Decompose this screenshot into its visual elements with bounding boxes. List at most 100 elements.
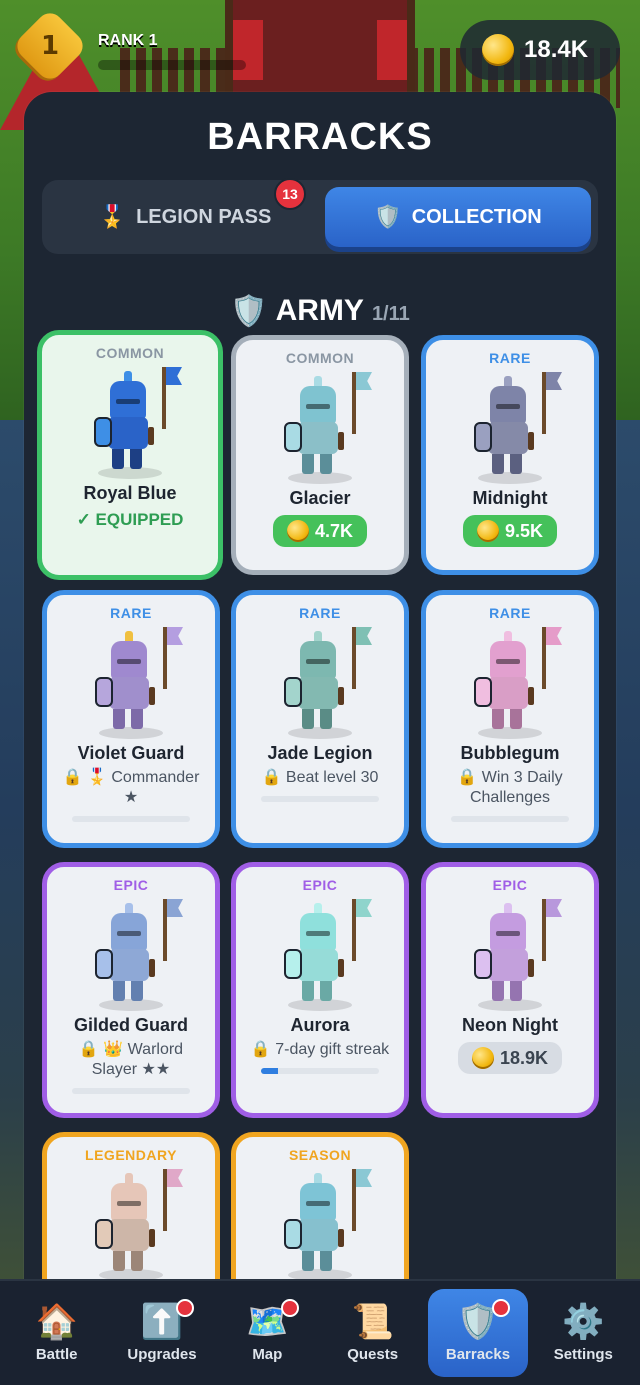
nav-settings[interactable]: ⚙️ Settings bbox=[533, 1289, 633, 1377]
requirement-text: Win 3 Daily Challenges bbox=[469, 769, 563, 806]
lock-icon: 🔒 🎖️ bbox=[62, 769, 107, 786]
rarity-label: SEASON bbox=[288, 1147, 352, 1163]
knight-name: Aurora bbox=[290, 1015, 350, 1035]
coin-icon bbox=[471, 1047, 494, 1069]
unlock-requirement: 🔒 Beat level 30 bbox=[236, 768, 404, 788]
battle-icon: 🏠 bbox=[35, 1301, 78, 1342]
legion-pass-notification-badge: 13 bbox=[274, 178, 306, 210]
knight-card[interactable]: COMMON Royal Blue ✓ EQUIPPED bbox=[37, 330, 223, 580]
bottom-nav: 🏠 Battle ⬆️ Upgrades 🗺️ Map 📜 Quests 🛡️ … bbox=[0, 1279, 640, 1385]
knight-card[interactable]: RARE Bubblegum 🔒 Win 3 Daily Challenges bbox=[421, 590, 599, 848]
knight-figure bbox=[81, 899, 183, 1011]
lock-icon: 🔒 bbox=[261, 769, 282, 786]
knight-card[interactable]: EPIC Neon Night 18.9K bbox=[421, 862, 599, 1118]
knight-name: Violet Guard bbox=[77, 743, 185, 763]
price-label: 18.9K bbox=[499, 1047, 549, 1068]
notification-dot bbox=[491, 1299, 510, 1317]
tab-collection-label: COLLECTION bbox=[411, 205, 542, 228]
knight-figure bbox=[80, 367, 182, 479]
rarity-label: COMMON bbox=[95, 345, 165, 361]
notification-dot bbox=[281, 1299, 300, 1317]
knight-card[interactable]: RARE Violet Guard 🔒 🎖️ Commander ★ bbox=[42, 590, 220, 848]
tab-legion-pass-label: LEGION PASS bbox=[136, 205, 272, 228]
rarity-label: LEGENDARY bbox=[85, 1147, 177, 1163]
rarity-label: COMMON bbox=[285, 350, 355, 366]
knight-figure bbox=[81, 627, 183, 739]
rarity-label: EPIC bbox=[113, 877, 149, 893]
knight-card[interactable]: EPIC Gilded Guard 🔒 👑 Warlord Slayer ★★ bbox=[42, 862, 220, 1118]
knight-name: Gilded Guard bbox=[73, 1015, 188, 1035]
equipped-status: ✓ EQUIPPED bbox=[76, 510, 184, 529]
knight-name: Royal Blue bbox=[83, 483, 177, 503]
unlock-progress-bar bbox=[451, 816, 569, 822]
requirement-text: 7-day gift streak bbox=[275, 1041, 390, 1058]
nav-upgrades[interactable]: ⬆️ Upgrades bbox=[112, 1289, 212, 1377]
knight-card[interactable]: COMMON Glacier 4.7K bbox=[231, 335, 409, 575]
knight-figure bbox=[270, 899, 372, 1011]
buy-button[interactable]: 18.9K bbox=[457, 1042, 563, 1074]
knight-name: Midnight bbox=[472, 488, 548, 508]
lock-icon: 🔒 bbox=[250, 1041, 271, 1058]
nav-quests[interactable]: 📜 Quests bbox=[323, 1289, 423, 1377]
knight-name: Neon Night bbox=[462, 1015, 558, 1035]
knight-figure bbox=[81, 1169, 183, 1281]
coin-balance[interactable]: 18.4K bbox=[460, 20, 620, 80]
nav-label: Battle bbox=[35, 1345, 78, 1363]
rarity-label: RARE bbox=[489, 605, 531, 621]
rank-number: 1 bbox=[40, 31, 60, 61]
knight-figure bbox=[460, 627, 562, 739]
tab-bar: 🎖️ LEGION PASS 🛡️ COLLECTION bbox=[42, 180, 598, 254]
medal-icon: 🎖️ bbox=[98, 204, 127, 229]
unlock-requirement: 🔒 Win 3 Daily Challenges bbox=[426, 768, 594, 808]
buy-button[interactable]: 4.7K bbox=[272, 515, 368, 547]
requirement-text: Commander ★ bbox=[111, 769, 200, 806]
settings-icon: ⚙️ bbox=[562, 1301, 605, 1342]
shield-icon: 🛡️ bbox=[374, 204, 402, 229]
quests-icon: 📜 bbox=[351, 1301, 394, 1342]
panel-title: BARRACKS bbox=[207, 116, 433, 158]
unlock-requirement: 🔒 🎖️ Commander ★ bbox=[47, 768, 215, 808]
knight-card[interactable]: RARE Midnight 9.5K bbox=[421, 335, 599, 575]
nav-label: Upgrades bbox=[127, 1345, 197, 1363]
rarity-label: RARE bbox=[110, 605, 152, 621]
knight-name: Bubblegum bbox=[460, 743, 560, 763]
nav-map[interactable]: 🗺️ Map bbox=[217, 1289, 317, 1377]
nav-barracks[interactable]: 🛡️ Barracks bbox=[427, 1289, 528, 1377]
coin-icon bbox=[482, 34, 514, 66]
coin-icon bbox=[476, 520, 499, 542]
rarity-label: EPIC bbox=[302, 877, 338, 893]
tab-collection[interactable]: 🛡️ COLLECTION bbox=[325, 187, 591, 247]
knight-figure bbox=[460, 899, 562, 1011]
rarity-label: RARE bbox=[489, 350, 531, 366]
nav-label: Quests bbox=[347, 1345, 399, 1363]
lock-icon: 🔒 bbox=[457, 769, 478, 786]
rarity-label: EPIC bbox=[492, 877, 528, 893]
notification-dot bbox=[175, 1299, 194, 1317]
knight-figure bbox=[270, 372, 372, 484]
coin-icon bbox=[286, 520, 309, 542]
knight-figure bbox=[270, 627, 372, 739]
nav-label: Map bbox=[252, 1345, 283, 1363]
unlock-requirement: 🔒 7-day gift streak bbox=[236, 1040, 404, 1060]
unlock-progress-bar bbox=[261, 1068, 379, 1074]
rank-progress-bar bbox=[98, 60, 246, 70]
shield-icon: 🛡️ bbox=[230, 294, 268, 329]
knight-card[interactable]: EPIC Aurora 🔒 7-day gift streak bbox=[231, 862, 409, 1118]
unlock-progress-bar bbox=[261, 796, 379, 802]
army-title: ARMY bbox=[275, 294, 364, 327]
nav-label: Barracks bbox=[445, 1345, 511, 1363]
rank-label: RANK 1 bbox=[98, 32, 158, 49]
nav-battle[interactable]: 🏠 Battle bbox=[7, 1289, 107, 1377]
buy-button[interactable]: 9.5K bbox=[462, 515, 558, 547]
lock-icon: 🔒 👑 bbox=[78, 1041, 124, 1058]
army-header: 🛡️ ARMY 1/11 bbox=[0, 294, 640, 329]
price-label: 4.7K bbox=[314, 520, 354, 541]
rarity-label: RARE bbox=[299, 605, 341, 621]
knight-card[interactable]: RARE Jade Legion 🔒 Beat level 30 bbox=[231, 590, 409, 848]
unlock-progress-bar bbox=[72, 1088, 190, 1094]
price-label: 9.5K bbox=[504, 520, 544, 541]
requirement-text: Beat level 30 bbox=[285, 769, 379, 786]
unlock-requirement: 🔒 👑 Warlord Slayer ★★ bbox=[47, 1040, 215, 1080]
knight-name: Jade Legion bbox=[267, 743, 373, 763]
knight-name: Glacier bbox=[289, 488, 351, 508]
